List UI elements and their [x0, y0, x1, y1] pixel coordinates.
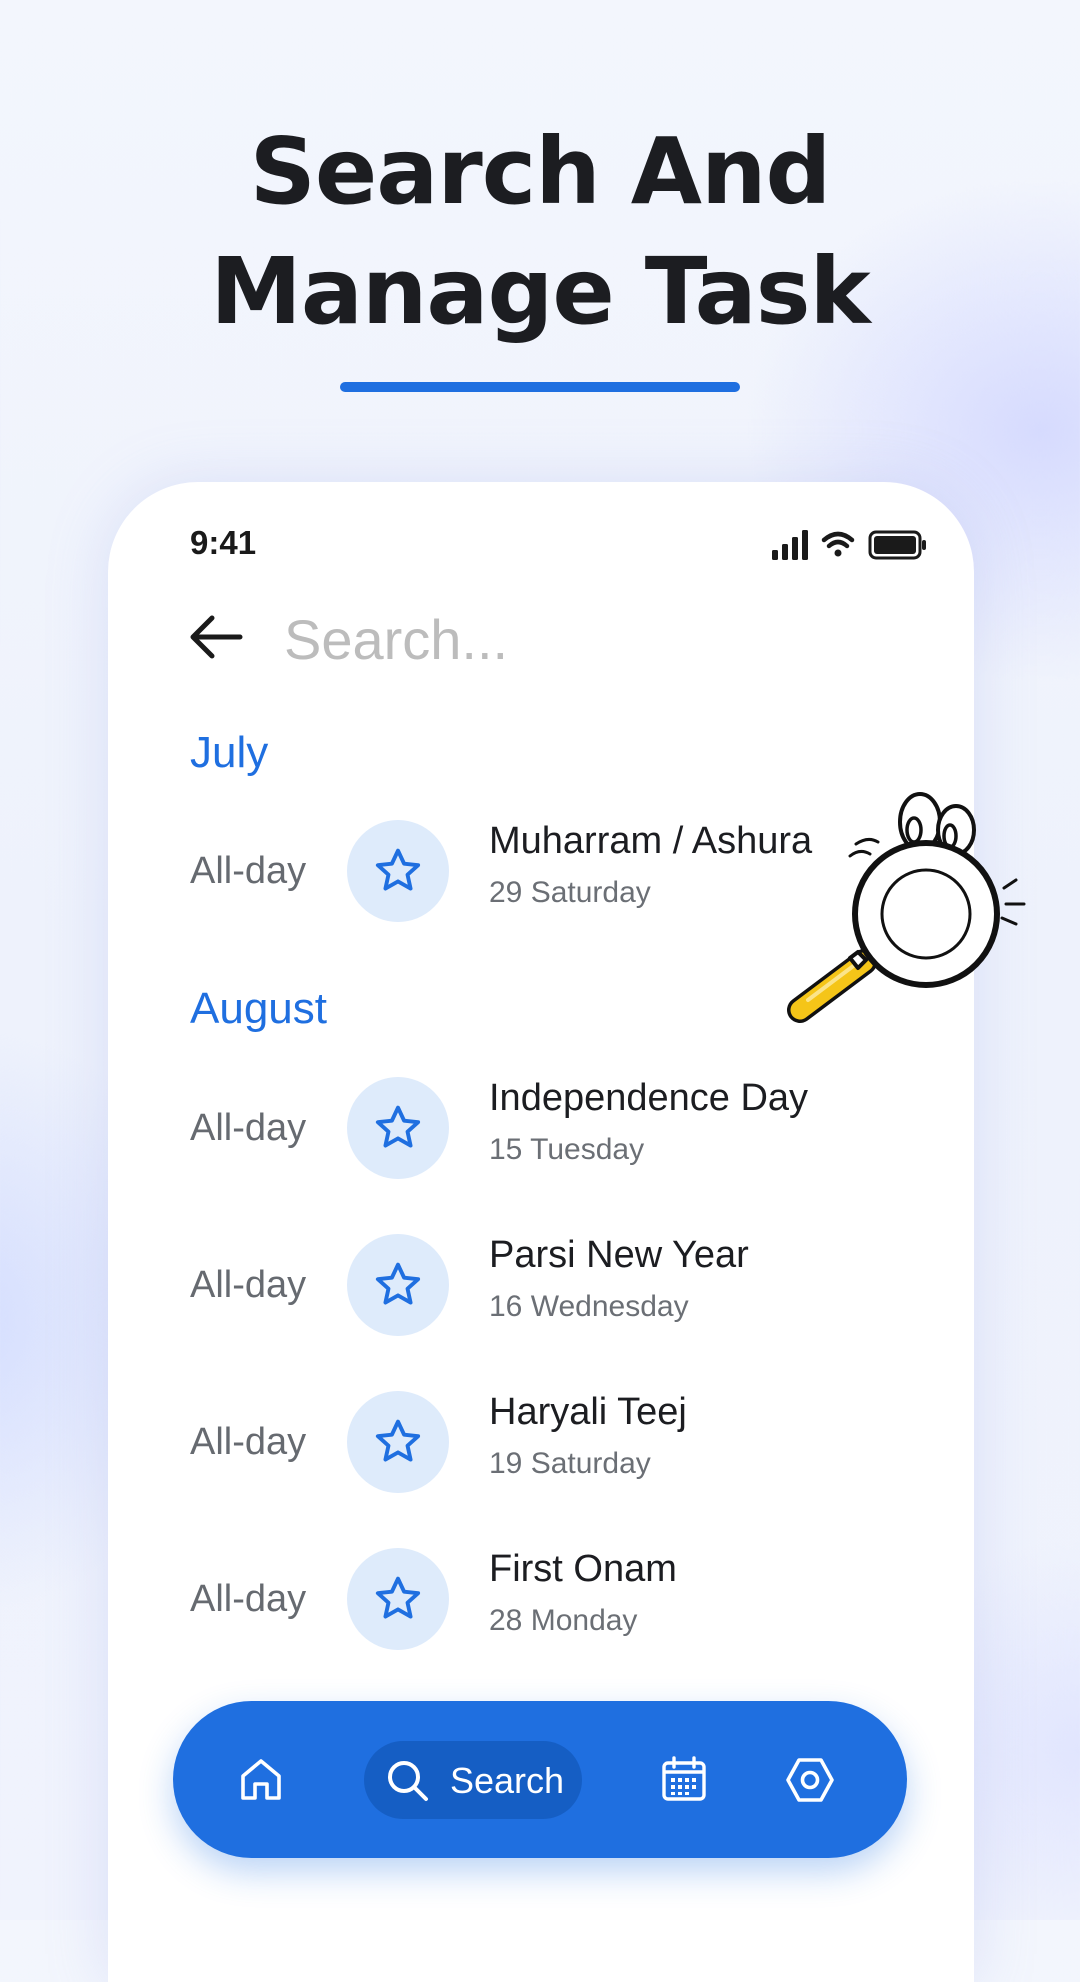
event-badge	[347, 1077, 449, 1179]
magnifier-lens	[852, 840, 1000, 988]
event-date: 16 Wednesday	[489, 1290, 689, 1323]
headline-line-1: Search And	[249, 118, 832, 225]
event-badge	[347, 1391, 449, 1493]
wifi-icon	[821, 531, 855, 557]
search-icon	[388, 1761, 428, 1801]
event-date: 15 Tuesday	[489, 1133, 645, 1166]
nav-search-button[interactable]: Search	[364, 1741, 582, 1819]
list-item[interactable]: All-day Independence Day 15 Tuesday	[190, 1077, 890, 1181]
month-title-july: July	[190, 728, 269, 777]
event-time: All-day	[190, 1264, 307, 1306]
page-headline: Search And Manage Task	[0, 112, 1080, 352]
star-icon	[375, 848, 421, 891]
battery-icon	[868, 530, 926, 560]
month-title-august: August	[190, 984, 327, 1033]
settings-icon[interactable]	[785, 1755, 835, 1805]
event-date: 28 Monday	[489, 1604, 638, 1637]
star-icon	[375, 1419, 421, 1462]
magnifier-handle	[787, 949, 877, 1023]
event-time: All-day	[190, 1107, 307, 1149]
status-icons	[772, 530, 926, 560]
headline-line-2: Manage Task	[210, 238, 870, 345]
event-title: Parsi New Year	[489, 1234, 749, 1276]
nav-search-label: Search	[450, 1760, 565, 1801]
search-input[interactable]	[282, 600, 846, 678]
event-badge	[347, 1548, 449, 1650]
signal-icon	[772, 530, 808, 560]
back-arrow-icon[interactable]	[188, 612, 244, 662]
star-icon	[375, 1262, 421, 1305]
event-title: Muharram / Ashura	[489, 820, 813, 862]
event-badge	[347, 820, 449, 922]
headline-underline	[340, 382, 740, 392]
list-item[interactable]: All-day First Onam 28 Monday	[190, 1548, 890, 1652]
event-title: Haryali Teej	[489, 1391, 687, 1433]
event-title: Independence Day	[489, 1077, 809, 1119]
event-badge	[347, 1234, 449, 1336]
magnifier-illustration	[787, 792, 1026, 1023]
star-icon	[375, 1576, 421, 1619]
list-item[interactable]: All-day Parsi New Year 16 Wednesday	[190, 1234, 890, 1338]
event-title: First Onam	[489, 1548, 677, 1590]
star-icon	[375, 1105, 421, 1148]
list-item[interactable]: All-day Haryali Teej 19 Saturday	[190, 1391, 890, 1495]
event-time: All-day	[190, 850, 307, 892]
status-time: 9:41	[190, 524, 257, 561]
event-time: All-day	[190, 1421, 307, 1463]
event-time: All-day	[190, 1578, 307, 1620]
event-date: 29 Saturday	[489, 876, 651, 909]
calendar-icon[interactable]	[661, 1756, 707, 1802]
event-date: 19 Saturday	[489, 1447, 651, 1480]
bottom-nav: Search	[173, 1701, 907, 1858]
home-icon[interactable]	[237, 1756, 285, 1804]
